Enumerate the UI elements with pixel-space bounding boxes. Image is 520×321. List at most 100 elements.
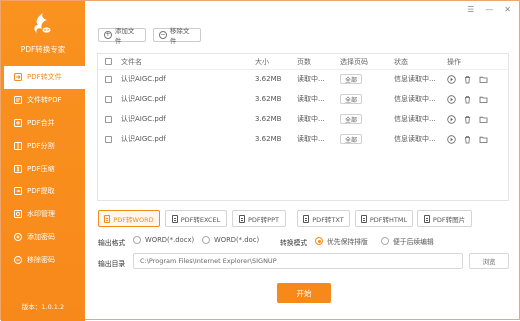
document-icon bbox=[239, 214, 245, 223]
add-file-button[interactable]: + 添加文件 bbox=[98, 27, 146, 45]
page-range-label: 全部 bbox=[340, 114, 363, 124]
row-pages: 读取中... bbox=[297, 75, 325, 83]
document-icon bbox=[104, 214, 111, 223]
sidebar-item-remove-password[interactable]: 移除密码 bbox=[1, 248, 85, 271]
sidebar-item-label: 文件转PDF bbox=[27, 96, 62, 105]
start-button[interactable]: 开始 bbox=[277, 283, 331, 303]
row-checkbox[interactable] bbox=[105, 130, 112, 148]
page-range-label: 全部 bbox=[340, 74, 363, 84]
row-checkbox[interactable] bbox=[105, 70, 112, 88]
output-format-doc-radio[interactable]: WORD(*.doc) bbox=[202, 236, 259, 244]
format-tab-image[interactable]: PDF转图片 bbox=[417, 210, 472, 227]
format-tab-label: PDF转TXT bbox=[312, 215, 344, 224]
delete-icon[interactable] bbox=[463, 115, 472, 124]
delete-icon[interactable] bbox=[463, 95, 472, 104]
row-checkbox[interactable] bbox=[105, 90, 112, 108]
select-all-checkbox[interactable] bbox=[105, 54, 112, 69]
row-checkbox[interactable] bbox=[105, 110, 112, 128]
row-pages: 读取中... bbox=[297, 115, 325, 123]
row-actions bbox=[447, 90, 488, 108]
output-dir-label: 输出目录 bbox=[98, 260, 126, 268]
table-row[interactable]: 认识AIGC.pdf 3.62MB 读取中... 全部 信息读取中... bbox=[98, 130, 508, 148]
folder-icon[interactable] bbox=[479, 75, 488, 84]
app-version: 版本：1.0.1.2 bbox=[21, 303, 65, 311]
page-range-select[interactable]: 全部 bbox=[340, 130, 363, 148]
page-range-select[interactable]: 全部 bbox=[340, 110, 363, 128]
radio-indicator bbox=[315, 237, 323, 245]
close-icon[interactable]: ✕ bbox=[504, 5, 511, 15]
row-filename: 认识AIGC.pdf bbox=[121, 95, 166, 103]
sidebar-item-add-password[interactable]: 添加密码 bbox=[1, 226, 85, 249]
minimize-icon[interactable]: — bbox=[485, 5, 493, 15]
sidebar-item-pdf-merge[interactable]: PDF合并 bbox=[1, 112, 85, 135]
file-table: 文件名 大小 页数 选择页码 状态 操作 认识AIGC.pdf 3.62MB 读… bbox=[97, 53, 509, 201]
sidebar-item-watermark[interactable]: 水印管理 bbox=[1, 203, 85, 226]
header-status: 状态 bbox=[394, 57, 408, 66]
row-status: 信息读取中... bbox=[394, 135, 436, 143]
sidebar-item-pdf-to-file[interactable]: PDF转文件 bbox=[4, 66, 85, 89]
document-icon bbox=[171, 214, 178, 223]
radio-label: 优先保持排版 bbox=[327, 238, 368, 246]
radio-label: 便于后续编辑 bbox=[393, 238, 434, 246]
folder-icon[interactable] bbox=[479, 135, 488, 144]
row-size: 3.62MB bbox=[255, 115, 282, 123]
app-logo-icon: PDF bbox=[34, 13, 51, 33]
row-pages: 读取中... bbox=[297, 95, 325, 103]
delete-icon[interactable] bbox=[463, 135, 472, 144]
convert-mode-keep-layout-radio[interactable]: 优先保持排版 bbox=[315, 236, 368, 246]
row-actions bbox=[447, 130, 488, 148]
format-tab-html[interactable]: PDF转HTML bbox=[355, 210, 413, 227]
app-name: PDF转换专家 bbox=[20, 45, 66, 54]
row-size: 3.62MB bbox=[255, 95, 282, 103]
play-icon[interactable] bbox=[447, 114, 456, 124]
folder-icon[interactable] bbox=[479, 95, 488, 104]
format-tab-txt[interactable]: PDF转TXT bbox=[297, 210, 350, 227]
add-file-label: 添加文件 bbox=[114, 27, 135, 45]
lock-icon bbox=[14, 232, 22, 241]
sidebar-item-label: PDF转文件 bbox=[27, 73, 62, 82]
row-filename: 认识AIGC.pdf bbox=[121, 135, 166, 143]
page-range-select[interactable]: 全部 bbox=[340, 90, 363, 108]
play-icon[interactable] bbox=[447, 74, 456, 84]
merge-icon bbox=[14, 118, 22, 127]
table-row[interactable]: 认识AIGC.pdf 3.62MB 读取中... 全部 信息读取中... bbox=[98, 110, 508, 128]
output-format-docx-radio[interactable]: WORD(*.docx) bbox=[133, 236, 194, 244]
format-tab-label: PDF转图片 bbox=[432, 215, 466, 224]
output-dir-input[interactable]: C:\Program Files\Internet Explorer\SIGNU… bbox=[133, 253, 463, 269]
row-filename: 认识AIGC.pdf bbox=[121, 115, 166, 123]
sidebar-item-pdf-extract[interactable]: PDF提取 bbox=[1, 180, 85, 203]
play-icon[interactable] bbox=[447, 94, 456, 104]
page-range-label: 全部 bbox=[340, 94, 363, 104]
convert-mode-editable-radio[interactable]: 便于后续编辑 bbox=[381, 236, 434, 246]
radio-label: WORD(*.doc) bbox=[214, 236, 260, 244]
format-tab-label: PDF转WORD bbox=[113, 215, 154, 224]
convert-mode-label: 转换模式 bbox=[280, 239, 308, 247]
sidebar-item-pdf-split[interactable]: PDF分割 bbox=[1, 134, 85, 157]
remove-file-button[interactable]: − 移除文件 bbox=[153, 27, 201, 45]
sidebar-item-label: 添加密码 bbox=[27, 232, 55, 241]
table-row[interactable]: 认识AIGC.pdf 3.62MB 读取中... 全部 信息读取中... bbox=[98, 70, 508, 88]
sidebar-item-pdf-compress[interactable]: PDF压缩 bbox=[1, 157, 85, 180]
sidebar-item-label: PDF提取 bbox=[27, 187, 55, 196]
radio-indicator bbox=[381, 237, 389, 245]
image-icon bbox=[423, 214, 430, 223]
header-page-range: 选择页码 bbox=[340, 57, 368, 66]
browse-button[interactable]: 浏览 bbox=[469, 253, 509, 269]
format-tab-ppt[interactable]: PDF转PPT bbox=[232, 210, 286, 227]
extract-icon bbox=[14, 187, 22, 196]
sidebar-nav: PDF转文件 文件转PDF PDF合并 PDF分割 PDF压缩 PDF提取 水印… bbox=[1, 66, 85, 271]
document-icon bbox=[303, 214, 310, 223]
format-tab-label: PDF转PPT bbox=[248, 215, 279, 224]
output-format-label: 输出格式 bbox=[98, 239, 126, 247]
format-tab-excel[interactable]: PDF转EXCEL bbox=[165, 210, 227, 227]
page-range-select[interactable]: 全部 bbox=[340, 70, 363, 88]
menu-icon[interactable]: ☰ bbox=[467, 5, 474, 15]
format-tab-word[interactable]: PDF转WORD bbox=[98, 210, 160, 227]
pdf-icon bbox=[14, 96, 22, 105]
sidebar-item-label: 移除密码 bbox=[27, 255, 55, 264]
folder-icon[interactable] bbox=[479, 115, 488, 124]
delete-icon[interactable] bbox=[463, 75, 472, 84]
table-row[interactable]: 认识AIGC.pdf 3.62MB 读取中... 全部 信息读取中... bbox=[98, 90, 508, 108]
sidebar-item-file-to-pdf[interactable]: 文件转PDF bbox=[1, 89, 85, 112]
play-icon[interactable] bbox=[447, 134, 456, 144]
